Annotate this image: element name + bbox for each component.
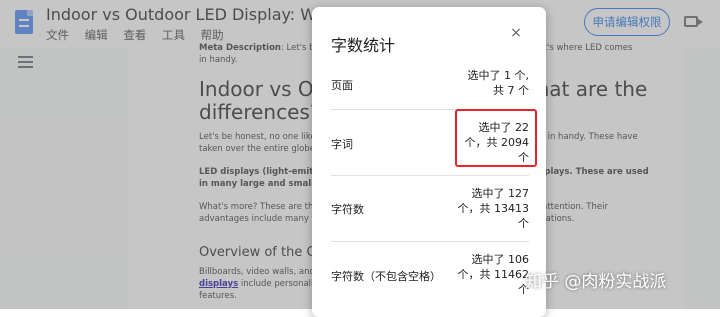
stat-label: 页面 (331, 79, 353, 92)
stat-value-line: 个，共 13413 (457, 202, 530, 215)
stat-value: 选中了 127 个，共 13413 个 (458, 186, 530, 231)
stat-value-line: 选中了 106 (471, 253, 530, 266)
annotation-highlight-box (455, 109, 537, 167)
stat-value-line: 共 7 个 (493, 84, 529, 97)
stat-value-line: 选中了 127 (471, 187, 530, 200)
dialog-title: 字数统计 (331, 36, 396, 55)
stat-value-line: 个，共 11462 (457, 268, 530, 281)
stat-value: 选中了 106 个，共 11462 个 (458, 252, 530, 297)
stat-value-line: 个 (518, 283, 529, 296)
stat-row-characters-no-spaces: 字符数（不包含空格） 选中了 106 个，共 11462 个 (331, 242, 529, 308)
zhihu-watermark: 知乎 @肉粉实战派 (525, 265, 666, 293)
stat-value: 选中了 1 个, 共 7 个 (468, 68, 530, 98)
stat-row-characters: 字符数 选中了 127 个，共 13413 个 (331, 176, 529, 242)
stat-label: 字词 (331, 138, 353, 151)
stat-value-line: 个 (518, 217, 529, 230)
stat-label: 字符数（不包含空格） (331, 270, 441, 283)
watermark-text: 知乎 @肉粉实战派 (525, 271, 667, 292)
stat-label: 字符数 (331, 203, 364, 216)
stat-value-line: 选中了 1 个, (467, 69, 530, 82)
close-icon[interactable]: × (508, 25, 524, 41)
stat-row-pages: 页面 选中了 1 个, 共 7 个 (331, 57, 529, 110)
